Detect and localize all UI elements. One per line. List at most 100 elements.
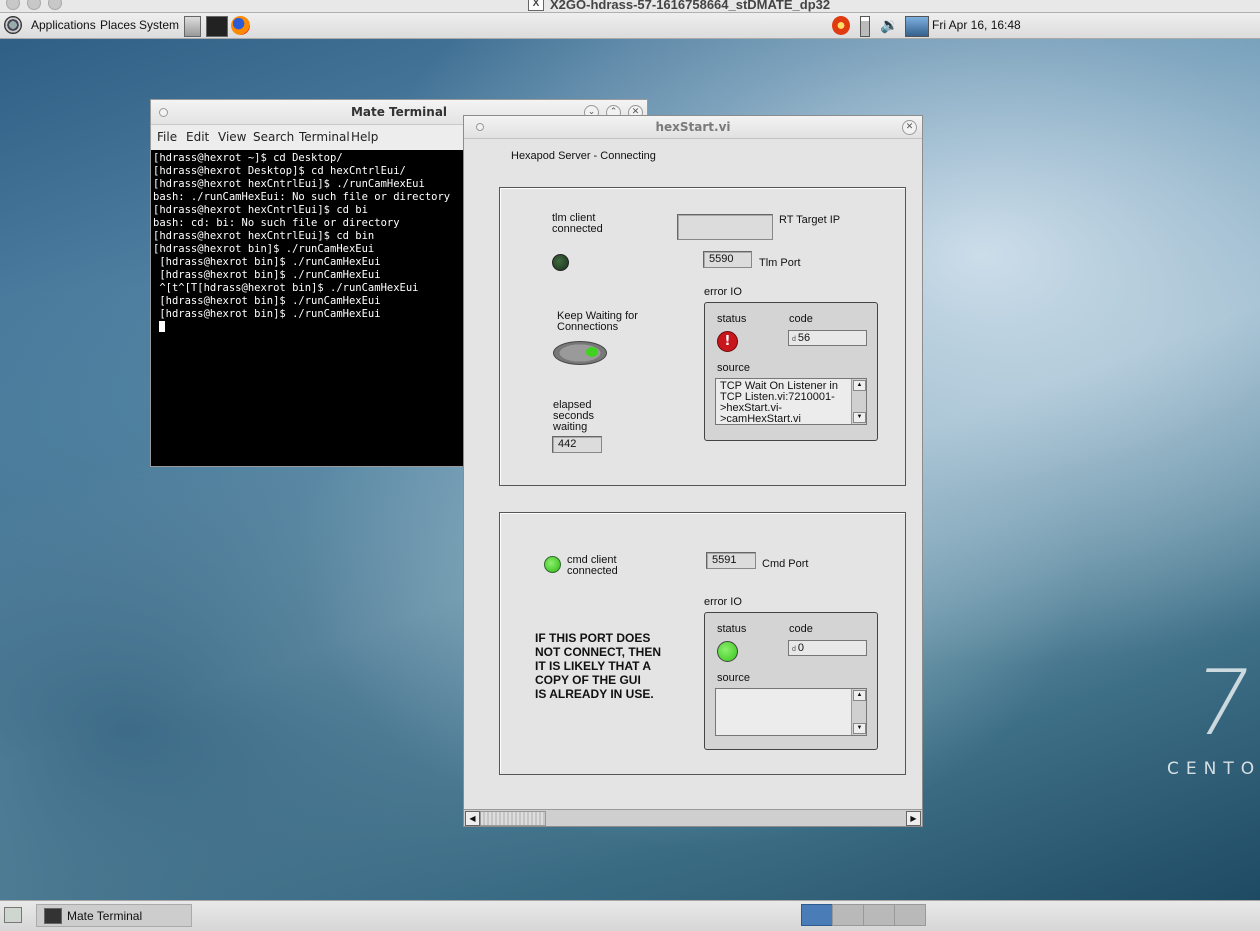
centos-logo-text: CENTO (1167, 759, 1260, 779)
terminal-cursor (159, 321, 165, 332)
cmd-source-label: source (717, 672, 751, 684)
scroll-down-icon[interactable]: ▼ (853, 412, 866, 423)
rt-target-ip-field[interactable] (677, 214, 773, 240)
cmd-code-label: code (789, 623, 813, 635)
x2go-window-title: X X2GO-hdrass-57-1616758664_stDMATE_dp32 (528, 0, 830, 12)
elapsed-seconds-field: 442 (552, 436, 602, 453)
minimize-window-button[interactable] (27, 0, 41, 10)
toggle-led-icon (586, 347, 598, 357)
source-scrollbar[interactable]: ▲ ▼ (851, 689, 866, 735)
close-icon[interactable]: ✕ (902, 120, 917, 135)
ok-status-icon (717, 641, 738, 662)
elapsed-seconds-label: elapsed seconds waiting (553, 400, 594, 433)
mate-menu-icon[interactable] (4, 16, 22, 34)
keep-waiting-toggle[interactable] (553, 341, 607, 365)
cmd-client-label-line2: connected (567, 565, 618, 577)
taskbar-terminal-label: Mate Terminal (67, 909, 143, 923)
tlm-connected-led (552, 254, 569, 271)
warning-line: IS ALREADY IN USE. (535, 687, 654, 701)
tlm-source-label: source (717, 362, 751, 374)
warning-line: COPY OF THE GUI (535, 673, 641, 687)
bottom-panel: Mate Terminal (0, 900, 1260, 931)
tlm-port-field[interactable]: 5590 (703, 251, 752, 268)
network-icon[interactable] (905, 16, 929, 37)
code-prefix: d (792, 646, 796, 653)
workspace-4[interactable] (894, 904, 926, 926)
top-panel: Applications Places System 🔉 Fri Apr 16,… (0, 13, 1260, 39)
tlm-code-field: d 56 (788, 330, 867, 346)
alert-icon[interactable] (832, 16, 850, 35)
gui-in-use-warning: IF THIS PORT DOES NOT CONNECT, THEN IT I… (535, 631, 661, 701)
scroll-right-icon[interactable]: ▶ (906, 811, 921, 826)
scroll-down-icon[interactable]: ▼ (853, 723, 866, 734)
scroll-up-icon[interactable]: ▲ (853, 690, 866, 701)
show-desktop-icon[interactable] (4, 907, 22, 923)
menu-edit[interactable]: Edit (186, 130, 209, 144)
hexstart-titlebar[interactable]: hexStart.vi ✕ (464, 116, 922, 139)
workspace-1[interactable] (801, 904, 833, 926)
centos-logo-number: 7 (1183, 651, 1260, 756)
source-line: >camHexStart.vi (720, 413, 801, 425)
x2go-titlebar: X X2GO-hdrass-57-1616758664_stDMATE_dp32 (0, 0, 1260, 13)
tlm-code-label: code (789, 313, 813, 325)
code-prefix: d (792, 336, 796, 343)
cmd-connected-led (544, 556, 561, 573)
tlm-error-io-label: error IO (704, 286, 742, 298)
tlm-status-label: status (717, 313, 747, 325)
cmd-source-field[interactable]: ▲ ▼ (715, 688, 867, 736)
applications-menu[interactable]: Applications (31, 18, 96, 32)
hexstart-title: hexStart.vi (655, 120, 731, 134)
menu-help[interactable]: Help (351, 130, 378, 144)
terminal-launcher-icon[interactable] (206, 16, 228, 37)
tlm-port-label: Tlm Port (759, 257, 801, 269)
system-menu[interactable]: System (139, 18, 179, 32)
x11-icon: X (528, 0, 544, 11)
menu-file[interactable]: File (157, 130, 177, 144)
cmd-group: cmd client connected 5591 Cmd Port IF THI… (499, 512, 906, 775)
menu-search[interactable]: Search (253, 130, 294, 144)
volume-icon[interactable]: 🔉 (880, 16, 902, 35)
scrollbar-thumb[interactable] (480, 811, 546, 826)
warning-line: IF THIS PORT DOES (535, 631, 651, 645)
cmd-status-label: status (717, 623, 747, 635)
places-menu[interactable]: Places (100, 18, 136, 32)
warning-line: NOT CONNECT, THEN (535, 645, 661, 659)
firefox-launcher-icon[interactable] (231, 16, 250, 35)
workspace-3[interactable] (863, 904, 895, 926)
tlm-code-value: 56 (797, 332, 811, 344)
server-status-header: Hexapod Server - Connecting (511, 150, 656, 162)
cmd-code-value: 0 (797, 642, 805, 654)
horizontal-scrollbar[interactable]: ◀ ▶ (464, 809, 922, 826)
taskbar-terminal-button[interactable]: Mate Terminal (36, 904, 192, 927)
tlm-group: tlm client connected RT Target IP 5590 Tl… (499, 187, 906, 486)
cmd-port-field[interactable]: 5591 (706, 552, 756, 569)
error-status-icon: ! (717, 331, 738, 352)
cmd-client-label: cmd client connected (567, 555, 618, 577)
close-window-button[interactable] (6, 0, 20, 10)
scroll-left-icon[interactable]: ◀ (465, 811, 480, 826)
source-scrollbar[interactable]: ▲ ▼ (851, 379, 866, 424)
zoom-window-button[interactable] (48, 0, 62, 10)
keep-waiting-line2: Connections (557, 321, 619, 333)
tlm-client-label-line2: connected (552, 223, 603, 235)
workspace-2[interactable] (832, 904, 864, 926)
tlm-client-label: tlm client connected (552, 213, 603, 235)
battery-icon[interactable] (860, 16, 870, 37)
file-manager-launcher-icon[interactable] (184, 16, 201, 37)
warning-line: IT IS LIKELY THAT A (535, 659, 652, 673)
cmd-code-field: d0 (788, 640, 867, 656)
menu-view[interactable]: View (218, 130, 246, 144)
rt-target-ip-label: RT Target IP (779, 214, 841, 226)
scroll-up-icon[interactable]: ▲ (853, 380, 866, 391)
cmd-error-io-label: error IO (704, 596, 742, 608)
hexstart-window: hexStart.vi ✕ Hexapod Server - Connectin… (463, 115, 923, 827)
x2go-title-text: X2GO-hdrass-57-1616758664_stDMATE_dp32 (550, 0, 831, 12)
cmd-error-cluster: status code d0 source ▲ ▼ (704, 612, 878, 750)
cmd-port-label: Cmd Port (762, 558, 809, 570)
menu-terminal[interactable]: Terminal (299, 130, 350, 144)
clock[interactable]: Fri Apr 16, 16:48 (932, 18, 1021, 32)
elapsed-line3: waiting (553, 421, 588, 433)
terminal-icon (44, 908, 62, 924)
tlm-source-field[interactable]: TCP Wait On Listener in TCP Listen.vi:72… (715, 378, 867, 425)
tlm-error-cluster: status ! code d 56 source TCP Wait On Lis… (704, 302, 878, 441)
